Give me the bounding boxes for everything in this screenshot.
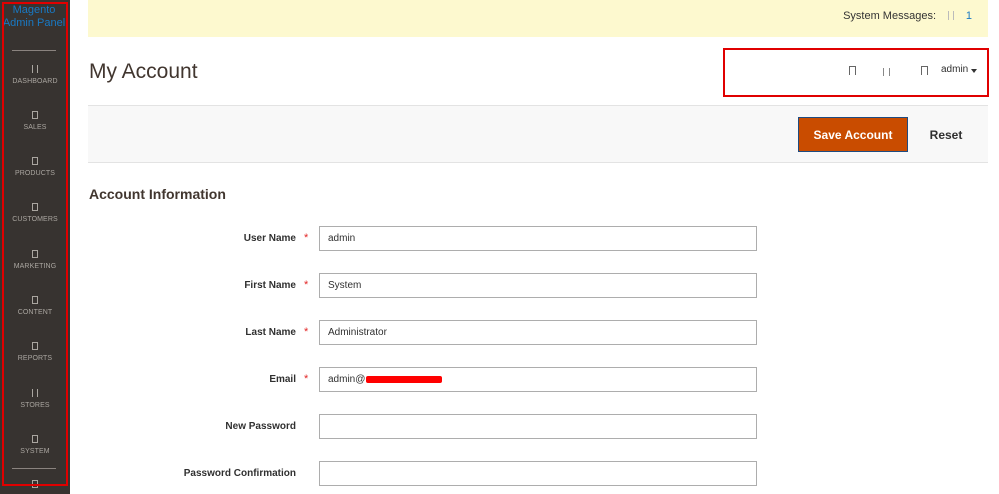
page-actions-bar: Save Account Reset <box>88 105 988 163</box>
sidebar-item-content[interactable]: CONTENT <box>4 296 66 316</box>
field-label-firstname: First Name <box>244 280 296 291</box>
sidebar-divider <box>12 468 56 469</box>
field-label-password-confirmation: Password Confirmation <box>183 468 296 479</box>
sidebar-item-system[interactable]: SYSTEM <box>4 435 66 455</box>
sidebar-item-label: REPORTS <box>17 355 53 362</box>
sales-icon <box>32 111 38 119</box>
lastname-input[interactable] <box>319 320 757 345</box>
customers-icon <box>32 203 38 211</box>
sidebar-item-label: CUSTOMERS <box>12 216 58 223</box>
field-label-username: User Name <box>243 233 296 244</box>
sidebar-item-label: SALES <box>23 124 47 131</box>
required-marker: * <box>304 373 309 385</box>
field-label-new-password: New Password <box>225 421 296 432</box>
dashboard-icon <box>32 65 38 73</box>
marketing-icon <box>32 250 38 258</box>
search-icon[interactable] <box>883 68 890 76</box>
header-actions-highlight: admin <box>723 48 989 97</box>
section-title: Account Information <box>89 186 226 202</box>
system-icon <box>32 435 38 443</box>
message-separator-icon <box>948 11 954 20</box>
sidebar-item-sales[interactable]: SALES <box>4 111 66 131</box>
stores-icon <box>32 389 38 397</box>
save-account-button[interactable]: Save Account <box>798 117 908 152</box>
reports-icon <box>32 342 38 350</box>
products-icon <box>32 157 38 165</box>
sidebar-item-reports[interactable]: REPORTS <box>4 342 66 362</box>
admin-logo[interactable]: Magento Admin Panel <box>0 4 68 30</box>
admin-sidebar: Magento Admin Panel DASHBOARD SALES PROD… <box>0 0 70 494</box>
system-messages-label: System Messages: <box>843 10 936 22</box>
admin-user-menu[interactable]: admin <box>941 64 968 75</box>
logo-line-1: Magento <box>12 4 56 16</box>
sidebar-item-label: CONTENT <box>17 309 53 316</box>
sidebar-item-customers[interactable]: CUSTOMERS <box>4 203 66 223</box>
required-marker: * <box>304 326 309 338</box>
sidebar-item-stores[interactable]: STORES <box>4 389 66 409</box>
sidebar-item-more[interactable] <box>4 480 66 488</box>
sidebar-item-label: SYSTEM <box>20 448 50 455</box>
content-icon <box>32 296 38 304</box>
sidebar-item-label: DASHBOARD <box>12 78 58 85</box>
required-marker: * <box>304 232 309 244</box>
field-label-lastname: Last Name <box>245 327 296 338</box>
sidebar-item-marketing[interactable]: MARKETING <box>4 250 66 270</box>
sidebar-item-products[interactable]: PRODUCTS <box>4 157 66 177</box>
page-title: My Account <box>89 60 198 83</box>
sidebar-divider <box>12 50 56 51</box>
more-icon <box>32 480 38 488</box>
system-messages-count[interactable]: 1 <box>966 10 972 22</box>
required-marker: * <box>304 279 309 291</box>
chevron-down-icon[interactable] <box>971 69 977 73</box>
reset-button[interactable]: Reset <box>920 117 972 152</box>
password-confirmation-input[interactable] <box>319 461 757 486</box>
new-password-input[interactable] <box>319 414 757 439</box>
firstname-input[interactable] <box>319 273 757 298</box>
sidebar-item-label: MARKETING <box>13 263 57 270</box>
field-label-email: Email <box>269 374 296 385</box>
user-avatar-icon[interactable] <box>921 66 928 75</box>
username-input[interactable] <box>319 226 757 251</box>
email-redaction-mark <box>366 376 442 383</box>
sidebar-item-dashboard[interactable]: DASHBOARD <box>4 65 66 85</box>
sidebar-item-label: STORES <box>20 402 50 409</box>
logo-line-2: Admin Panel <box>2 17 66 29</box>
notifications-icon[interactable] <box>849 66 856 75</box>
system-messages-bar: System Messages: 1 <box>88 0 988 37</box>
sidebar-item-label: PRODUCTS <box>14 170 56 177</box>
